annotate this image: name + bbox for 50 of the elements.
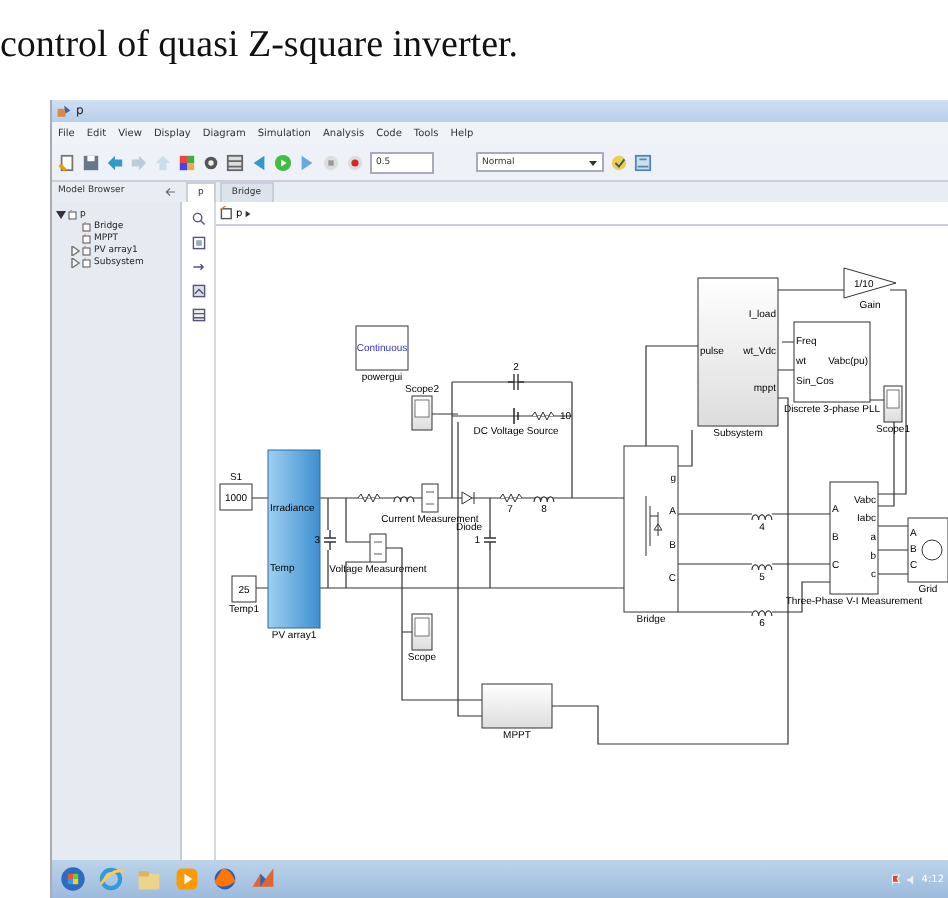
start-orb-icon[interactable] bbox=[60, 866, 86, 892]
record-icon bbox=[346, 153, 364, 171]
measurement-block[interactable] bbox=[369, 533, 387, 563]
check-icon bbox=[610, 153, 628, 171]
capacitor-symbol[interactable] bbox=[323, 529, 337, 551]
model-icon bbox=[68, 209, 78, 219]
step-back-icon bbox=[250, 153, 268, 171]
zoom-icon[interactable] bbox=[191, 212, 205, 226]
scope-block[interactable] bbox=[411, 613, 433, 651]
flag-icon bbox=[889, 873, 902, 885]
table-icon bbox=[191, 308, 205, 322]
inductor-symbol[interactable] bbox=[751, 514, 773, 521]
capacitor-symbol[interactable] bbox=[507, 373, 525, 391]
collapse-icon bbox=[164, 186, 176, 198]
image-icon bbox=[191, 284, 205, 298]
scope-block[interactable] bbox=[411, 395, 433, 431]
step-forward-icon bbox=[298, 153, 316, 171]
battery-symbol[interactable] bbox=[513, 407, 519, 425]
model-icon bbox=[56, 103, 72, 119]
stop-icon bbox=[322, 153, 340, 171]
inductor-symbol[interactable] bbox=[533, 496, 555, 503]
gear-icon bbox=[202, 153, 220, 171]
caption-text: control of quasi Z-square inverter. bbox=[0, 22, 521, 68]
inductor-symbol[interactable] bbox=[393, 496, 415, 503]
model-icon bbox=[220, 206, 234, 220]
resistor-symbol[interactable] bbox=[357, 493, 381, 503]
inductor-symbol[interactable] bbox=[751, 610, 773, 617]
run-icon bbox=[274, 153, 292, 171]
inductor-symbol[interactable] bbox=[751, 564, 773, 571]
resistor-symbol[interactable] bbox=[531, 411, 555, 421]
capacitor-symbol[interactable] bbox=[483, 529, 497, 551]
subsystem-block[interactable] bbox=[481, 683, 553, 729]
arrow-icon bbox=[191, 260, 205, 274]
library-icon bbox=[178, 153, 196, 171]
forward-arrow-icon bbox=[130, 153, 148, 171]
resistor-symbol[interactable] bbox=[499, 493, 523, 503]
scope-block[interactable] bbox=[883, 385, 903, 423]
chart-icon bbox=[634, 153, 652, 171]
speaker-icon bbox=[905, 873, 918, 885]
caret-icon bbox=[244, 209, 253, 217]
caret-icon bbox=[588, 157, 598, 167]
back-arrow-icon bbox=[106, 153, 124, 171]
fit-view-icon bbox=[191, 236, 205, 250]
up-arrow-icon bbox=[154, 153, 172, 171]
peak-logo-icon[interactable] bbox=[250, 866, 276, 892]
new-model-icon bbox=[58, 153, 76, 171]
grid-icon bbox=[226, 153, 244, 171]
diode-symbol[interactable] bbox=[461, 491, 475, 505]
save-icon bbox=[82, 153, 100, 171]
fox-globe-icon[interactable] bbox=[212, 866, 238, 892]
